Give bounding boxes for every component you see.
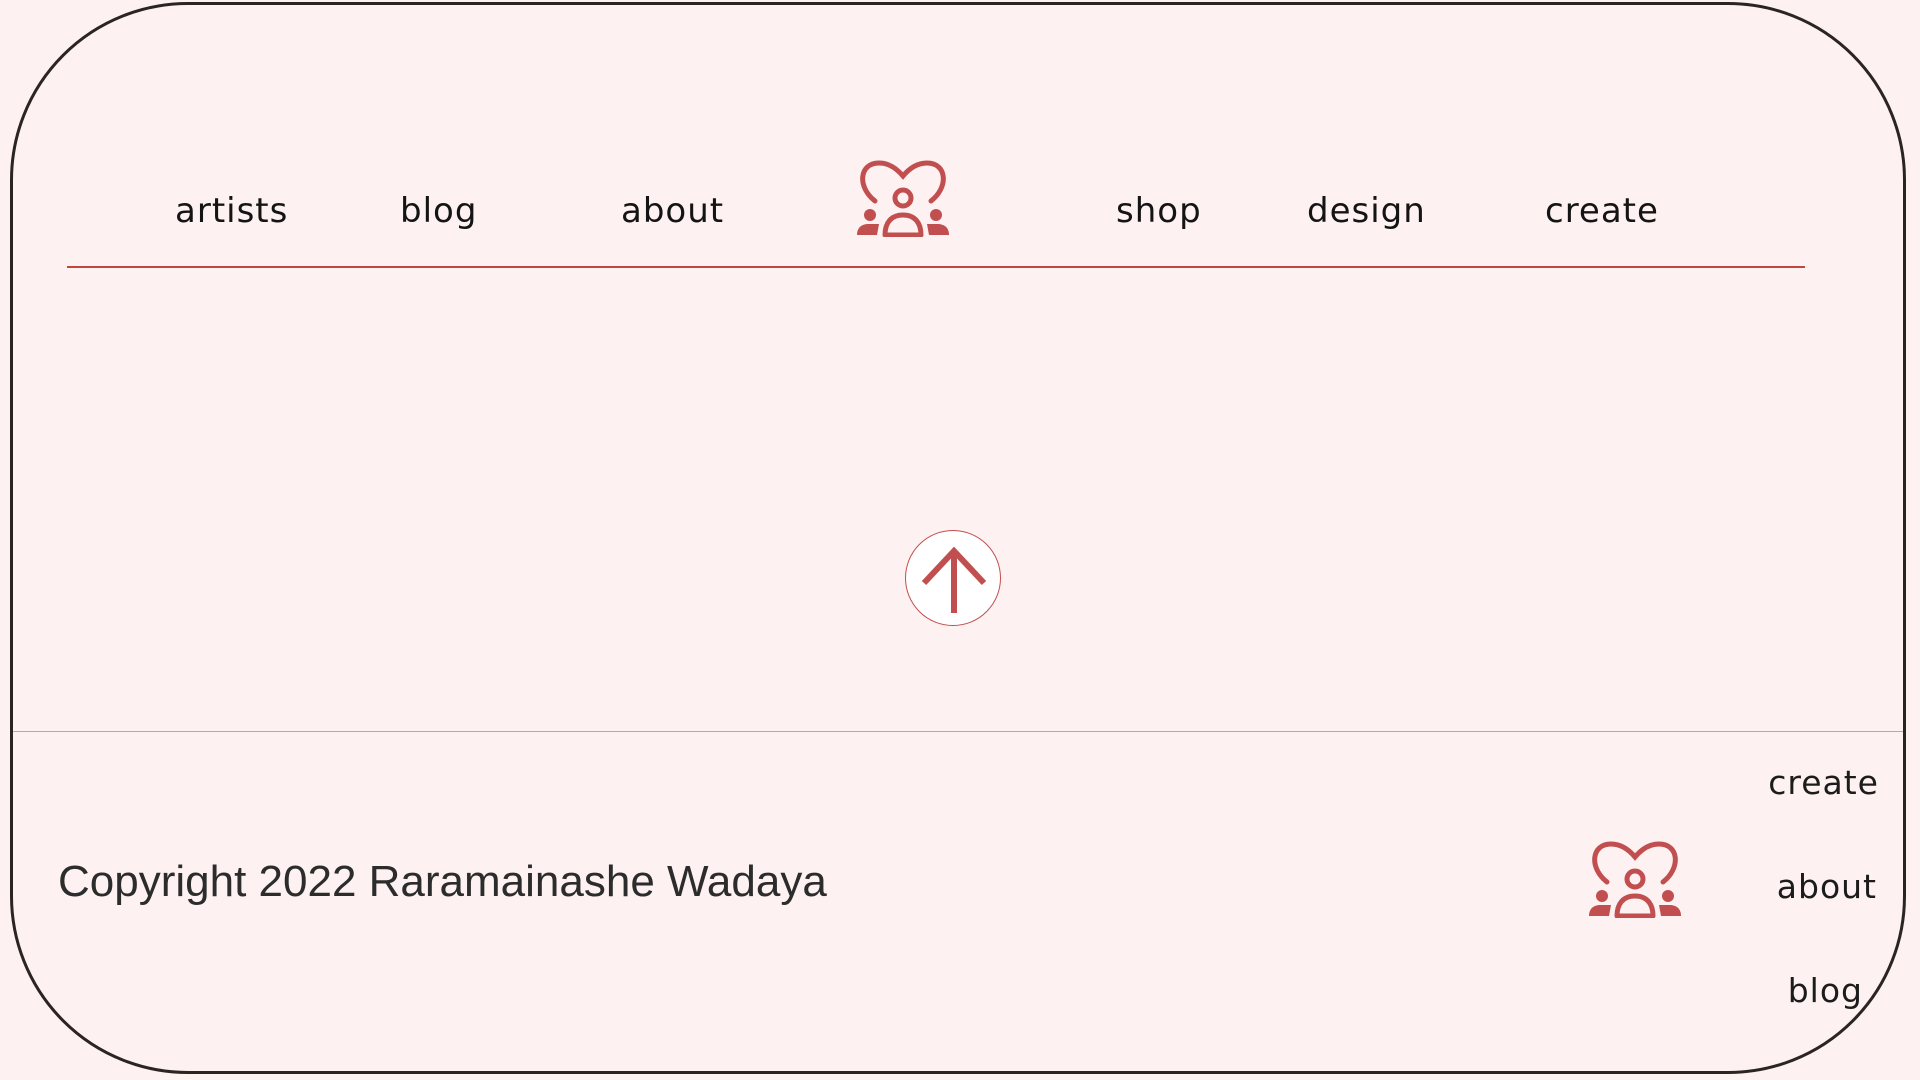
nav-link-blog[interactable]: blog [400, 191, 477, 231]
nav-link-about[interactable]: about [621, 191, 724, 231]
scroll-to-top-button[interactable] [905, 530, 1001, 626]
main-nav: artists blog about shop design create [67, 155, 1805, 268]
heart-community-icon[interactable] [855, 157, 951, 238]
copyright-text: Copyright 2022 Raramainashe Wadaya [58, 857, 827, 906]
footer-link-create[interactable]: create [1768, 763, 1879, 802]
nav-link-create[interactable]: create [1545, 191, 1659, 231]
footer-divider [13, 731, 1903, 732]
footer-link-blog[interactable]: blog [1788, 971, 1863, 1010]
nav-link-artists[interactable]: artists [175, 191, 288, 231]
nav-divider [67, 266, 1805, 268]
page-frame: artists blog about shop design create Co… [10, 2, 1906, 1074]
arrow-up-icon [921, 546, 987, 613]
nav-link-shop[interactable]: shop [1116, 191, 1202, 231]
heart-community-icon[interactable] [1587, 838, 1683, 919]
footer-link-about[interactable]: about [1777, 867, 1877, 906]
nav-link-design[interactable]: design [1307, 191, 1426, 231]
